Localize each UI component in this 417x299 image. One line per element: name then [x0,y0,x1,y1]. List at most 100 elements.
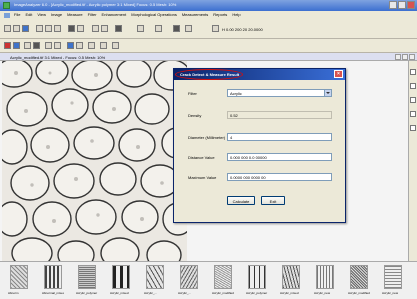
minimize-button[interactable] [389,1,397,9]
thumbnail[interactable] [146,265,164,289]
maximum-field[interactable]: 0.0000 000 0000 00 [227,173,332,181]
distance-field[interactable]: 0.000 000 0.0 00000 [227,153,332,161]
lasso-icon[interactable] [13,42,20,49]
grid-icon[interactable] [173,25,180,32]
menu-edit[interactable]: Edit [25,12,32,19]
dialog-body: Filter Acrylic Density 0.52 Diameter (Mi… [184,89,336,216]
window-controls [389,1,415,9]
thumbnail[interactable] [10,265,28,289]
doc-close-button[interactable] [409,54,415,60]
zoom-out-icon[interactable] [155,25,162,32]
cut-icon[interactable] [36,25,43,32]
thumbnail-label: Acrylic_modified [348,291,370,295]
brush-icon[interactable] [76,42,83,49]
open-icon[interactable] [13,25,20,32]
maximum-label: Maximum Value [188,175,217,180]
copy-icon[interactable] [45,25,52,32]
density-label: Density [188,113,202,118]
thumbnail-label: Acrylic_polymer [246,291,268,295]
info-icon[interactable] [115,25,122,32]
thumbnail-label: Abnorm [8,291,19,295]
close-button[interactable] [407,1,415,9]
dialog-titlebar: Crack Detect & Measure Result × [174,69,345,80]
thumbnail[interactable] [316,265,334,289]
save-icon[interactable] [22,25,29,32]
thumbnail-label: Acrylic_modified [212,291,234,295]
thumbnail-label: Acrylic_... [144,291,158,295]
menu-reports[interactable]: Reports [213,12,227,19]
menu-view[interactable]: View [37,12,46,19]
menu-measurements[interactable]: Measurements [182,12,208,19]
side-tool-1[interactable] [410,69,416,75]
thumbnail-label: Acrylic_... [178,291,192,295]
preview-icon[interactable] [101,25,108,32]
thumbnail[interactable] [248,265,266,289]
paste-icon[interactable] [54,25,61,32]
filter-dropdown[interactable]: Acrylic [227,89,332,97]
eraser-icon[interactable] [88,42,95,49]
doc-minimize-button[interactable] [395,54,401,60]
thumbnail[interactable] [44,265,62,289]
text-icon[interactable] [33,42,40,49]
thumbnail[interactable] [350,265,368,289]
side-tool-2[interactable] [410,83,416,89]
menu-image[interactable]: Image [51,12,62,19]
menu-file[interactable]: File [14,12,20,19]
thumbnail-label: Acrylic_new [382,291,399,295]
button-row: Calculate Exit [184,196,336,205]
thumbnail[interactable] [78,265,96,289]
fill-icon[interactable] [67,42,74,49]
zoom-in-icon[interactable] [137,25,144,32]
distance-label: Distance Value [188,155,215,160]
menu-measure[interactable]: Measure [67,12,83,19]
thumbnail[interactable] [282,265,300,289]
dialog-close-button[interactable]: × [334,70,343,78]
document-controls [395,54,415,60]
side-tool-4[interactable] [410,111,416,117]
thumbnail[interactable] [384,265,402,289]
density-field: 0.52 [227,111,332,119]
document-titlebar: Acrylic_modified.tif 3:1 Mixed - Focus: … [0,53,417,61]
rotate-icon[interactable] [112,42,119,49]
redo-icon[interactable] [77,25,84,32]
print-icon[interactable] [92,25,99,32]
row-diameter: Diameter (Millimeter) 4 [184,133,336,142]
thumbnail[interactable] [180,265,198,289]
new-icon[interactable] [4,25,11,32]
maximize-button[interactable] [398,1,406,9]
thumbnail-label: Acrylic_new [314,291,331,295]
side-tool-5[interactable] [410,125,416,131]
doc-maximize-button[interactable] [402,54,408,60]
document-title: Acrylic_modified.tif 3:1 Mixed - Focus: … [10,55,106,60]
chevron-down-icon[interactable] [324,90,331,96]
pointer-icon[interactable] [24,42,31,49]
menu-enhancement[interactable]: Enhancement [102,12,127,19]
highlight-oval [175,69,243,80]
menu-help[interactable]: Help [232,12,240,19]
row-distance: Distance Value 0.000 000 0.0 00000 [184,153,336,162]
row-maximum: Maximum Value 0.0000 000 0000 00 [184,173,336,182]
line-icon[interactable] [45,42,52,49]
main-toolbar: H 0.00 200 20 20.0000 [0,19,417,39]
exit-button[interactable]: Exit [261,196,285,205]
calculate-button[interactable]: Calculate [227,196,255,205]
thumbnail-strip: Abnorm Abnormal_mixed Acrylic_polymer Acryl… [0,261,417,299]
app-icon [3,2,10,9]
rect-icon[interactable] [54,42,61,49]
diameter-field[interactable]: 4 [227,133,332,141]
measure-icon[interactable] [212,25,219,32]
cell-micrograph [2,61,187,261]
thumbnail[interactable] [214,265,232,289]
micrograph-image[interactable] [2,61,187,261]
menu-morphology[interactable]: Morphological Operations [131,12,177,19]
histogram-icon[interactable] [185,25,192,32]
thumbnail[interactable] [112,265,130,289]
row-filter: Filter Acrylic [184,89,336,98]
crop-icon[interactable] [100,42,107,49]
side-tool-3[interactable] [410,97,416,103]
menu-filter[interactable]: Filter [88,12,97,19]
diameter-label: Diameter (Millimeter) [188,135,226,140]
undo-icon[interactable] [68,25,75,32]
thumbnail-label: Acrylic_polymer [76,291,98,295]
select-icon[interactable] [4,42,11,49]
